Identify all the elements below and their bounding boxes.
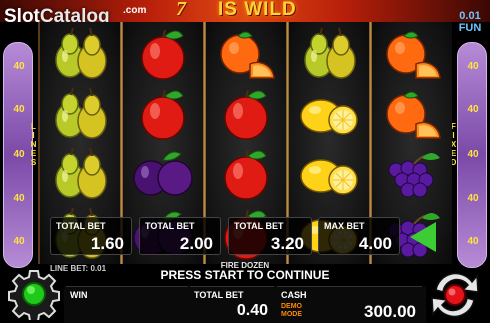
pear-icon [42, 84, 118, 144]
total-bet-field: TOTAL BET 0.40 [190, 286, 274, 323]
bet-option-value: 2.00 [179, 234, 213, 253]
apple-icon [208, 144, 284, 204]
bet-option-2[interactable]: TOTAL BET 2.00 [139, 217, 221, 255]
apple-icon [125, 24, 201, 84]
lemon-icon [291, 144, 367, 204]
cash-field: CASH DEMO MODE 300.00 [277, 286, 422, 323]
orange-icon [208, 24, 284, 84]
pear-icon [42, 24, 118, 84]
status-message: PRESS START TO CONTINUE [160, 268, 330, 282]
fixed-label[interactable]: 40 [458, 61, 488, 72]
bet-option-1[interactable]: TOTAL BET 1.60 [50, 217, 132, 255]
play-arrow-icon[interactable] [410, 222, 436, 252]
line-label[interactable]: 40 [4, 236, 34, 247]
plum-icon [125, 144, 201, 204]
banner-title: IS WILD [218, 0, 297, 20]
fixed-label[interactable]: 40 [458, 104, 488, 115]
total-bet-value: 0.40 [236, 302, 268, 319]
cash-value: 300.00 [364, 302, 416, 321]
demo-mode-label: DEMO MODE [281, 303, 302, 318]
bet-option-value: 4.00 [358, 234, 392, 253]
pear-icon [291, 24, 367, 84]
lemon-icon [291, 84, 367, 144]
line-label[interactable]: 40 [4, 61, 34, 72]
cash-label: CASH [281, 290, 307, 300]
fixed-panel: 40 40 40 40 40 [457, 42, 487, 268]
fixed-label[interactable]: 40 [458, 193, 488, 204]
fun-balance: 0.01 FUN [458, 10, 482, 34]
win-label: WIN [70, 290, 88, 300]
bet-option-label: TOTAL BET [145, 221, 195, 231]
grapes-icon [374, 144, 450, 204]
bet-option-value: 1.60 [90, 234, 124, 253]
line-label[interactable]: 40 [4, 104, 34, 115]
fixed-label[interactable]: 40 [458, 149, 488, 160]
bet-option-label: TOTAL BET [56, 221, 106, 231]
win-field: WIN [66, 286, 188, 323]
lines-panel: 40 40 40 40 40 [3, 42, 33, 268]
gear-icon [8, 270, 60, 322]
bet-option-3[interactable]: TOTAL BET 3.20 [228, 217, 312, 255]
fixed-label[interactable]: 40 [458, 236, 488, 247]
apple-icon [125, 84, 201, 144]
orange-icon [374, 84, 450, 144]
bet-option-label: MAX BET [324, 221, 365, 231]
line-label[interactable]: 40 [4, 193, 34, 204]
total-bet-label: TOTAL BET [194, 290, 244, 300]
apple-icon [208, 84, 284, 144]
bet-option-value: 3.20 [270, 234, 304, 253]
spin-start-button[interactable] [426, 268, 484, 322]
bet-option-label: TOTAL BET [234, 221, 284, 231]
orange-icon [374, 24, 450, 84]
settings-gear-button[interactable] [8, 268, 60, 322]
pear-icon [42, 144, 118, 204]
max-bet-option[interactable]: MAX BET 4.00 [318, 217, 400, 255]
banner-sevens: 7 [176, 0, 186, 20]
spin-arrows-icon [431, 272, 479, 318]
